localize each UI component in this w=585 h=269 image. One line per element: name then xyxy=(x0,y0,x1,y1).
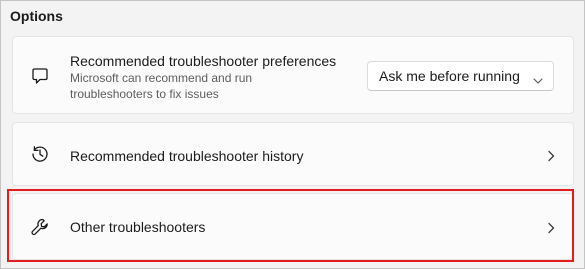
preferences-dropdown-value: Ask me before running xyxy=(379,68,520,84)
preferences-description: Microsoft can recommend and run troubles… xyxy=(70,71,253,101)
feedback-message-icon xyxy=(30,66,50,86)
recommended-preferences-card: Recommended troubleshooter preferences M… xyxy=(12,36,574,114)
history-title: Recommended troubleshooter history xyxy=(70,148,304,164)
preferences-title: Recommended troubleshooter preferences xyxy=(70,53,337,69)
other-troubleshooters-card[interactable]: Other troubleshooters xyxy=(12,193,574,260)
section-title: Options xyxy=(10,8,63,24)
history-icon xyxy=(30,144,50,164)
chevron-down-icon xyxy=(533,72,543,84)
troubleshooter-history-card[interactable]: Recommended troubleshooter history xyxy=(12,122,574,186)
chevron-right-icon xyxy=(547,221,555,234)
preferences-dropdown[interactable]: Ask me before running xyxy=(367,61,554,91)
wrench-icon xyxy=(30,217,50,237)
chevron-right-icon xyxy=(547,149,555,162)
other-troubleshooters-title: Other troubleshooters xyxy=(70,219,206,235)
